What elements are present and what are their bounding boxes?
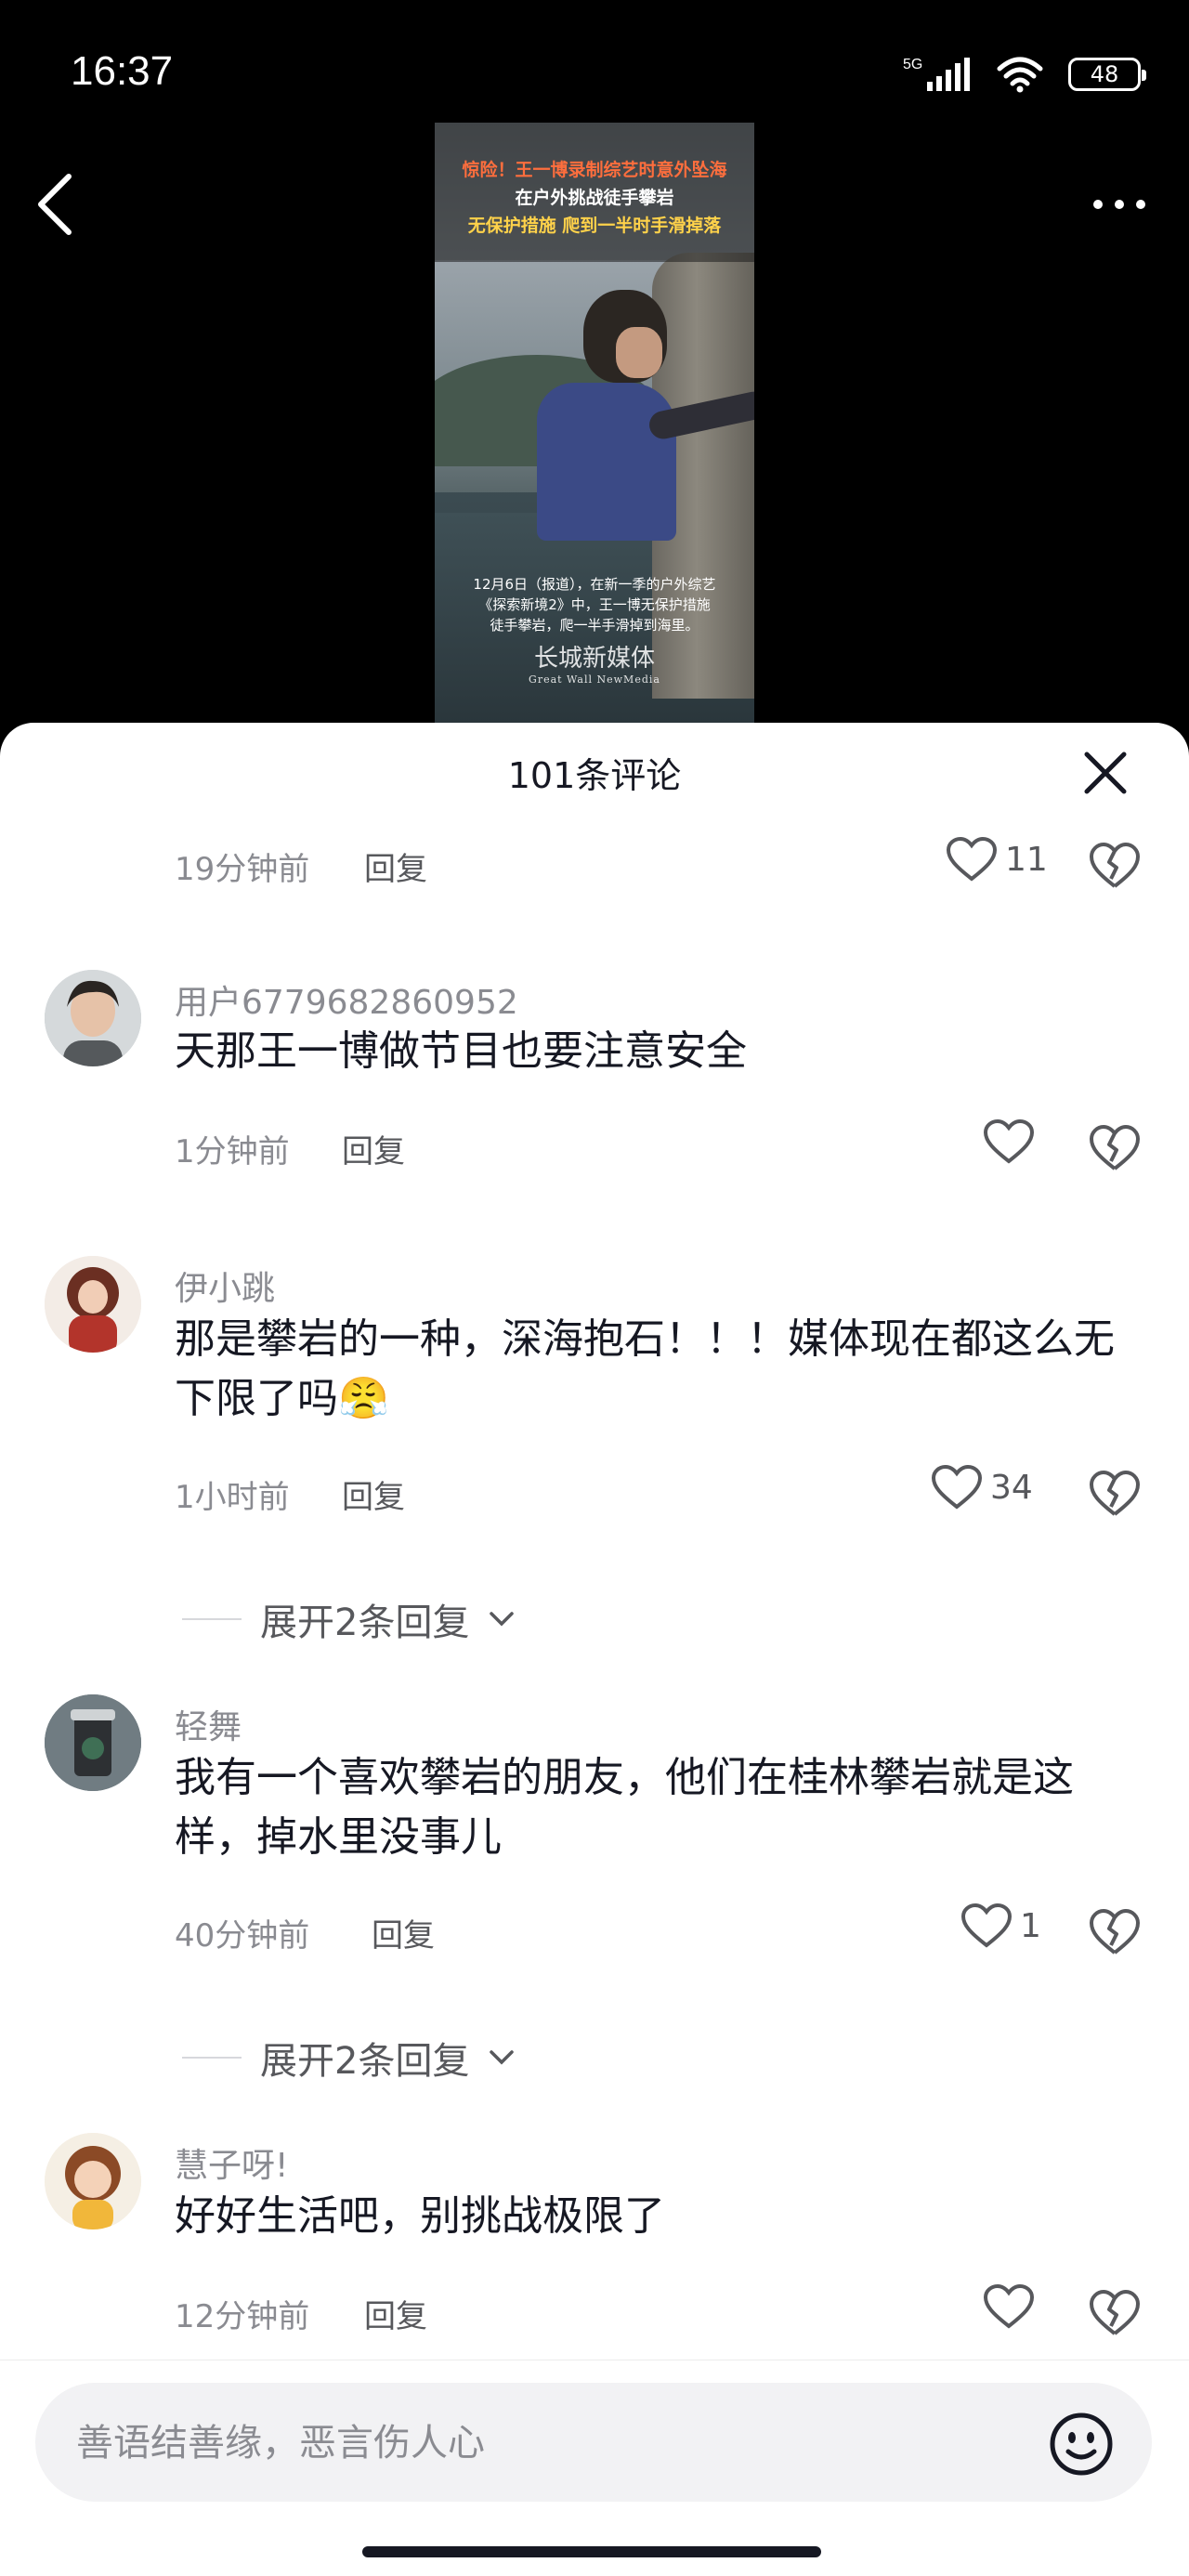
comment-input-bar — [0, 2360, 1189, 2576]
watermark-en: Great Wall NewMedia — [529, 673, 660, 686]
video-caption-line2: 在户外挑战徒手攀岩 — [515, 188, 674, 208]
broken-heart-icon[interactable] — [1089, 1908, 1141, 1956]
watermark-text: 长城新媒体 — [533, 645, 655, 673]
comment-count-title: 101条评论 — [507, 755, 682, 796]
video-caption-line3: 无保护措施 爬到一半时手滑掉落 — [467, 216, 722, 236]
video-bottom-line3: 徒手攀岩，爬一半手滑掉到海里。 — [490, 617, 699, 634]
battery-icon: 48 — [1068, 58, 1146, 91]
status-bar: 16:37 5G 48 — [0, 0, 1189, 130]
emoji: 😤 — [338, 1375, 389, 1422]
like-count: 1 — [1020, 1906, 1041, 1945]
reply-button[interactable]: 回复 — [364, 2291, 427, 2336]
expand-replies-button[interactable]: 展开2条回复 — [182, 1592, 516, 1646]
comment-text: 那是攀岩的一种，深海抱石！！！媒体现在都这么无下限了吗😤 — [175, 1310, 1141, 1429]
comment-text: 天那王一博做节目也要注意安全 — [175, 1027, 747, 1075]
reply-button[interactable]: 回复 — [342, 1471, 405, 1517]
broken-heart-icon[interactable] — [1089, 1124, 1141, 1172]
chevron-down-icon — [490, 2050, 515, 2065]
chevron-down-icon — [490, 1612, 515, 1627]
network-type-label: 5G — [903, 57, 922, 72]
home-indicator[interactable] — [362, 2546, 821, 2557]
video-player[interactable]: 惊险！王一博录制综艺时意外坠海 在户外挑战徒手攀岩 无保护措施 爬到一半时手滑掉… — [435, 123, 754, 725]
heart-icon — [983, 2283, 1035, 2329]
reply-button[interactable]: 回复 — [364, 843, 427, 889]
expand-replies-label: 展开2条回复 — [260, 2040, 470, 2083]
comment-time: 1小时前 — [175, 1479, 290, 1516]
comment-username[interactable]: 伊小跳 — [175, 1262, 275, 1310]
broken-heart-icon[interactable] — [1089, 2289, 1141, 2337]
like-button[interactable]: 34 — [931, 1464, 1033, 1510]
video-bottom-line2: 《探索新境2》中，王一博无保护措施 — [478, 596, 711, 613]
reply-button[interactable]: 回复 — [342, 1126, 405, 1171]
heart-icon — [931, 1464, 983, 1510]
comment-text: 我有一个喜欢攀岩的朋友，他们在桂林攀岩就是这样，掉水里没事儿 — [175, 1754, 1074, 1861]
battery-level: 48 — [1090, 61, 1119, 87]
wifi-icon — [997, 57, 1043, 93]
like-button[interactable]: 1 — [960, 1903, 1041, 1949]
cellular-signal-icon: 5G — [903, 57, 970, 91]
broken-heart-icon[interactable] — [1089, 1470, 1141, 1518]
comment-text: 好好生活吧，别挑战极限了 — [175, 2192, 665, 2240]
back-icon[interactable] — [28, 167, 84, 242]
avatar[interactable] — [45, 2133, 141, 2229]
reply-button[interactable]: 回复 — [372, 1910, 435, 1955]
expand-replies-button[interactable]: 展开2条回复 — [182, 2031, 516, 2085]
video-caption-top: 惊险！王一博录制综艺时意外坠海 在户外挑战徒手攀岩 无保护措施 爬到一半时手滑掉… — [435, 123, 754, 262]
more-options-icon[interactable] — [1087, 186, 1152, 223]
heart-icon — [960, 1903, 1013, 1948]
comment-input-container[interactable] — [35, 2383, 1152, 2504]
divider — [182, 2057, 242, 2059]
like-button[interactable] — [983, 1118, 1035, 1165]
comment-username[interactable]: 慧子呀! — [175, 2138, 288, 2187]
video-bottom-line1: 12月6日（报道），在新一季的户外综艺 — [473, 576, 716, 593]
video-watermark: 长城新媒体 Great Wall NewMedia — [435, 639, 754, 686]
comment-time: 40分钟前 — [175, 1917, 310, 1955]
heart-icon — [983, 1118, 1035, 1164]
like-count: 11 — [1005, 840, 1048, 879]
comment-sheet: 101条评论 19分钟前 回复 11 用户6779682860952 天那王一博… — [0, 723, 1189, 2575]
like-count: 34 — [990, 1468, 1033, 1507]
broken-heart-icon[interactable] — [1089, 842, 1141, 890]
like-button[interactable] — [983, 2283, 1035, 2330]
comment-time: 19分钟前 — [175, 851, 310, 888]
like-button[interactable]: 11 — [946, 836, 1048, 883]
status-icons: 5G 48 — [903, 52, 1146, 97]
comment-input[interactable] — [74, 2383, 1007, 2504]
heart-icon — [946, 836, 998, 882]
avatar[interactable] — [45, 970, 141, 1066]
divider — [182, 1618, 242, 1620]
emoji-icon[interactable] — [1048, 2411, 1115, 2478]
comment-text-body: 那是攀岩的一种，深海抱石！！！媒体现在都这么无下限了吗 — [175, 1315, 1115, 1422]
comment-time: 1分钟前 — [175, 1133, 290, 1170]
video-climber — [537, 290, 754, 541]
avatar[interactable] — [45, 1694, 141, 1791]
video-caption-line1: 惊险！王一博录制综艺时意外坠海 — [462, 160, 727, 180]
video-caption-bottom: 12月6日（报道），在新一季的户外综艺 《探索新境2》中，王一博无保护措施 徒手… — [435, 574, 754, 635]
expand-replies-label: 展开2条回复 — [260, 1602, 470, 1644]
avatar[interactable] — [45, 1256, 141, 1353]
comment-time: 12分钟前 — [175, 2298, 310, 2335]
comment-username[interactable]: 用户6779682860952 — [175, 975, 518, 1024]
close-icon[interactable] — [1078, 745, 1133, 801]
comment-username[interactable]: 轻舞 — [175, 1700, 242, 1748]
status-time: 16:37 — [71, 48, 174, 94]
